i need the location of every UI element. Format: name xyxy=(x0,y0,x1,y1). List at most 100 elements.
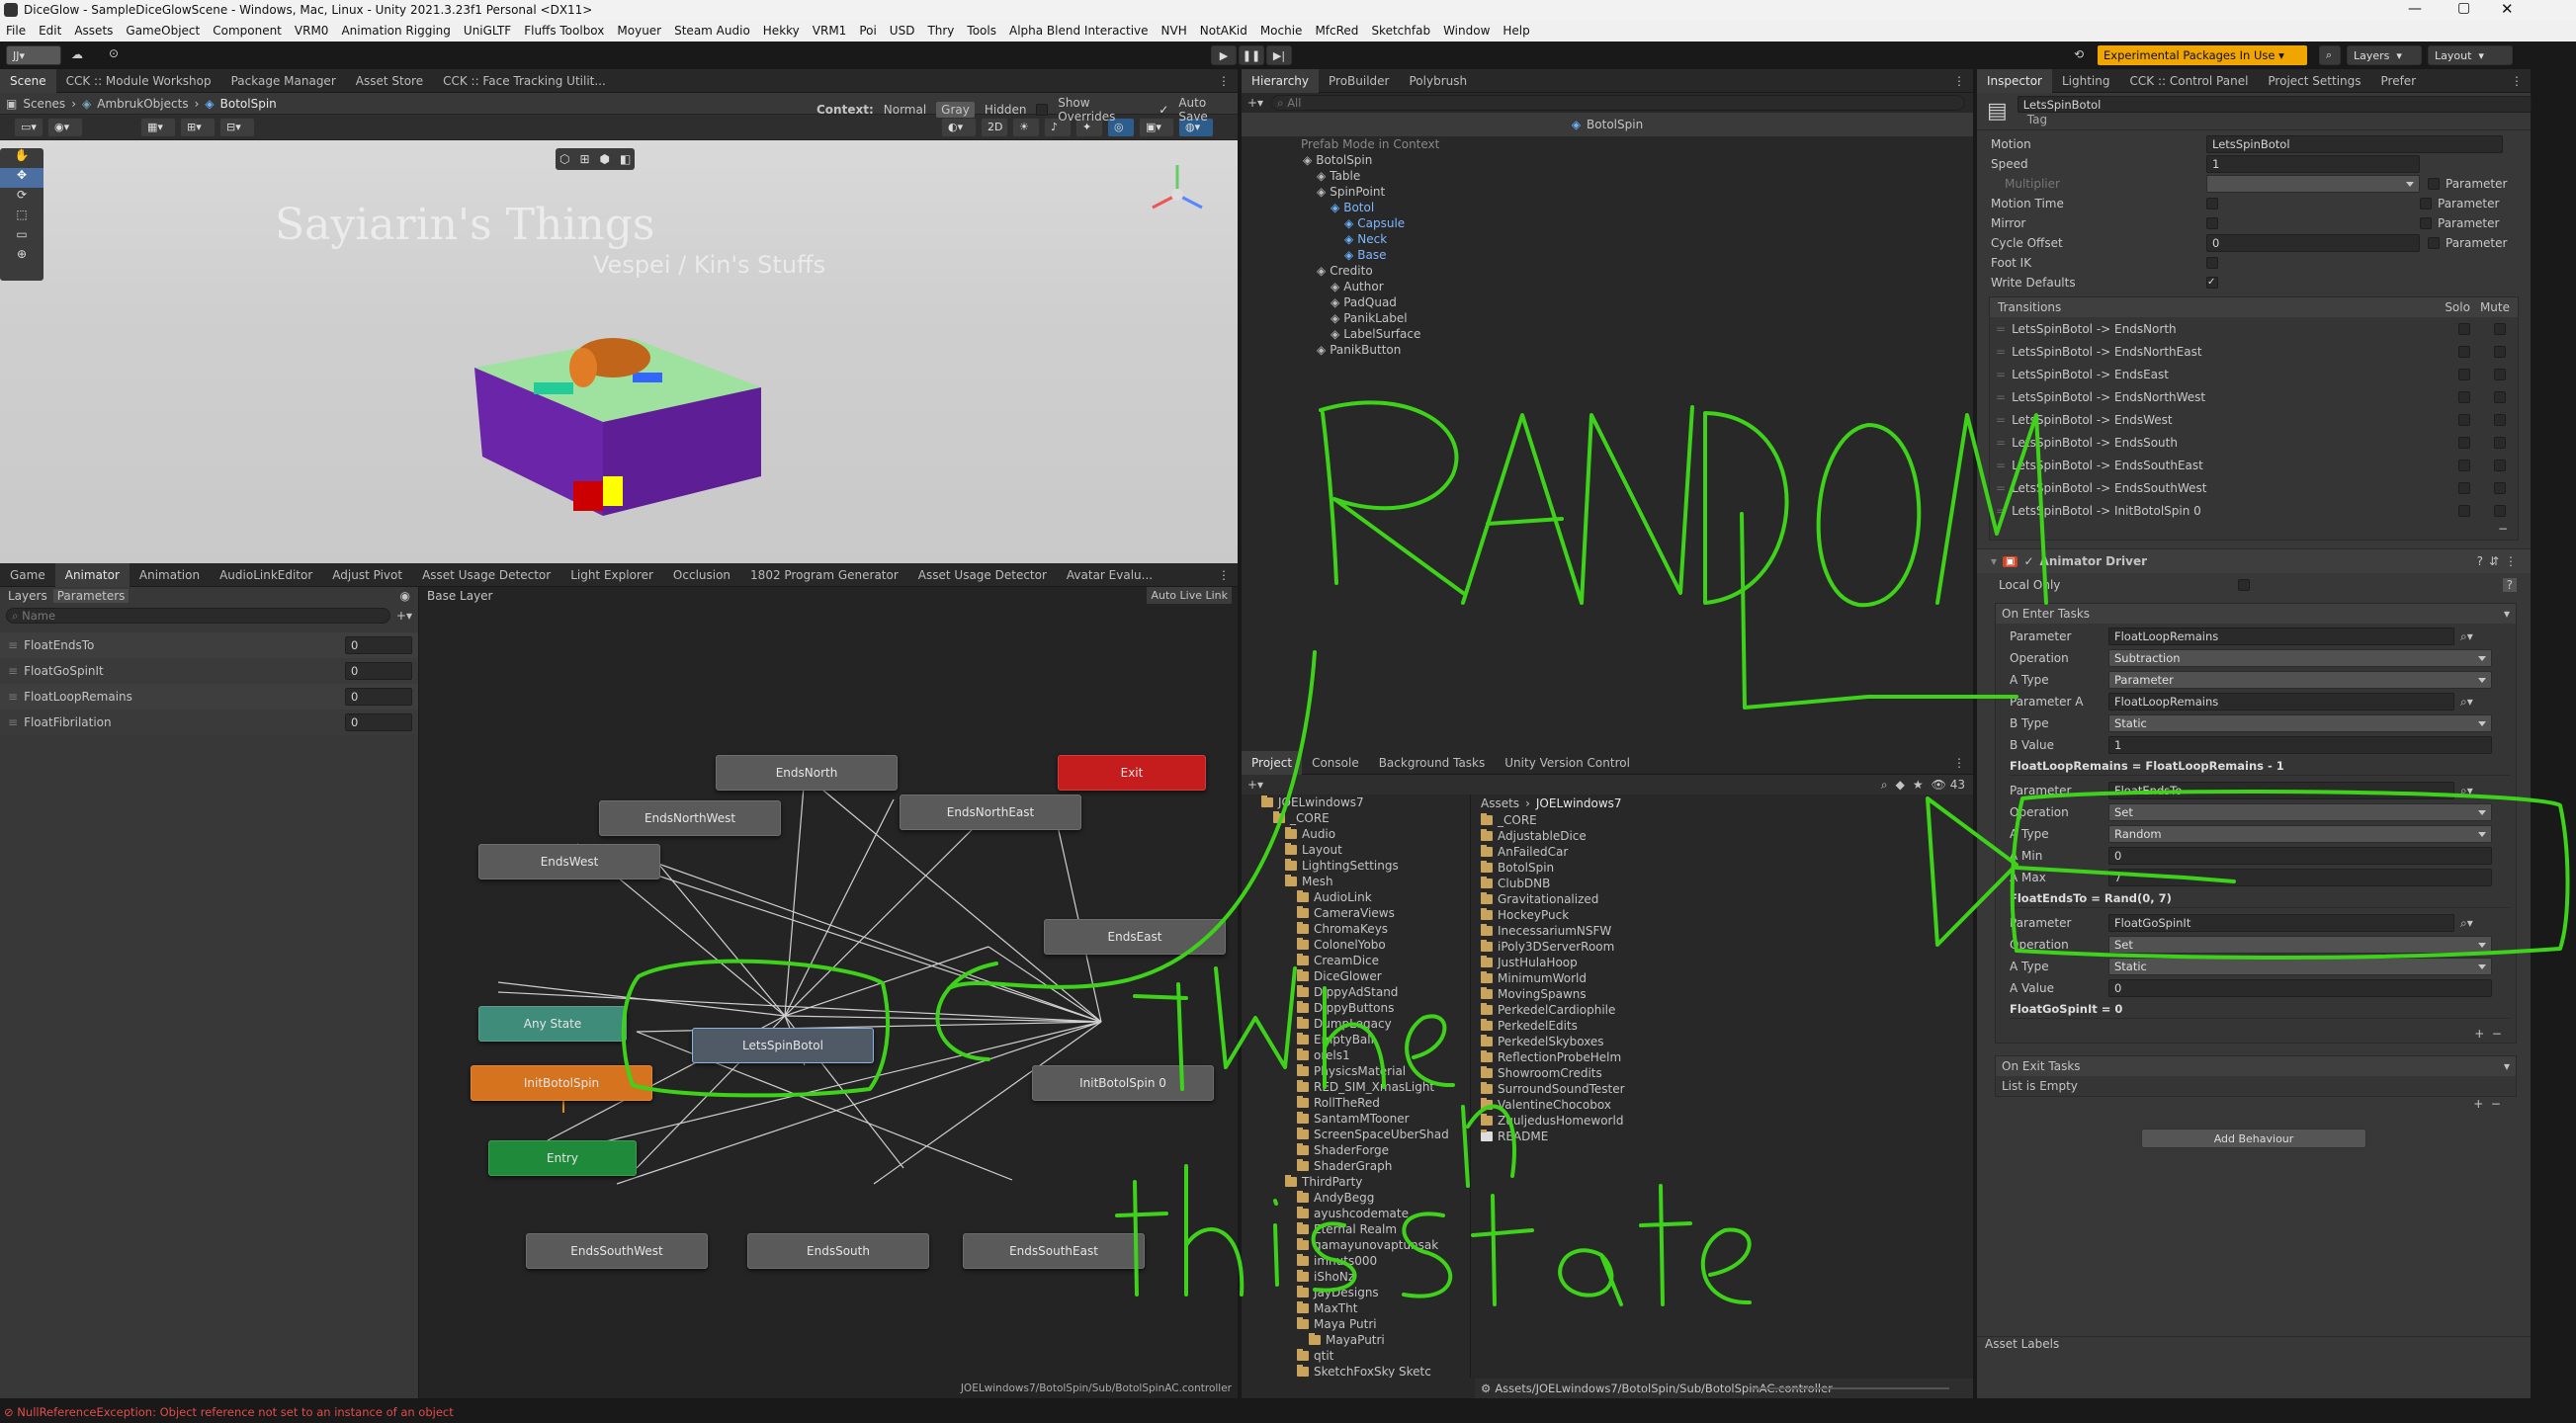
project-tab[interactable]: Background Tasks xyxy=(1369,751,1496,775)
file-item[interactable]: PerkedelSkyboxes xyxy=(1475,1034,1969,1049)
inspector-tab[interactable]: Project Settings xyxy=(2258,69,2370,93)
hand-tool-icon[interactable]: ✋ xyxy=(0,148,43,168)
menu-item[interactable]: VRM1 xyxy=(813,24,847,38)
eye-icon[interactable]: ◉ xyxy=(400,589,410,603)
folder-tree-item[interactable]: CameraViews xyxy=(1242,905,1470,921)
file-item[interactable]: SurroundSoundTester xyxy=(1475,1081,1969,1097)
move-tool-icon[interactable]: ✥ xyxy=(0,168,43,188)
play-button[interactable]: ▶ xyxy=(1211,45,1237,65)
hierarchy-item[interactable]: ◈ Author xyxy=(1242,279,1973,294)
file-item[interactable]: Gravitationalized xyxy=(1475,891,1969,907)
breadcrumb-current[interactable]: BotolSpin xyxy=(220,97,277,111)
task-field-a-type[interactable]: Parameter xyxy=(2108,671,2492,689)
step-button[interactable]: ▶| xyxy=(1266,45,1292,65)
state-entry[interactable]: Entry xyxy=(488,1140,637,1176)
hierarchy-tab[interactable]: Polybrush xyxy=(1400,69,1478,93)
folder-tree-item[interactable]: DippyButtons xyxy=(1242,1000,1470,1016)
mute-checkbox[interactable] xyxy=(2494,413,2506,426)
animator-graph[interactable]: Base Layer Auto Live Link EndsNorth Exit E… xyxy=(419,587,1238,1398)
draw-mode-button[interactable]: ▭▾ xyxy=(14,117,43,137)
prop-field[interactable]: LetsSpinBotol xyxy=(2206,135,2503,153)
solo-checkbox[interactable] xyxy=(2458,481,2470,494)
favorite-icon[interactable]: ★ xyxy=(1913,778,1924,792)
parameter-checkbox[interactable] xyxy=(2428,178,2440,190)
transition-row[interactable]: = LetsSpinBotol -> EndsNorthWest xyxy=(1990,385,2518,408)
param-row[interactable]: ≡ FloatLoopRemains 0 xyxy=(0,684,418,710)
bottom-tab[interactable]: Game xyxy=(0,563,55,587)
state-init0[interactable]: InitBotolSpin 0 xyxy=(1032,1065,1214,1101)
transition-row[interactable]: = LetsSpinBotol -> EndsNorth xyxy=(1990,317,2518,340)
drag-handle-icon[interactable]: = xyxy=(1996,390,2006,404)
prop-checkbox[interactable] xyxy=(2206,257,2218,269)
scene-tab[interactable]: CCK :: Face Tracking Utilit... xyxy=(433,69,616,93)
scene-tab[interactable]: Asset Store xyxy=(346,69,433,93)
hidden-packages-count[interactable]: 👁 43 xyxy=(1932,778,1965,792)
minimize-icon[interactable]: — xyxy=(2408,1,2422,17)
menu-item[interactable]: File xyxy=(6,24,26,38)
parameter-checkbox[interactable] xyxy=(2428,237,2440,249)
grid-button[interactable]: ▦▾ xyxy=(140,117,176,137)
scene-tab[interactable]: Scene xyxy=(0,68,56,93)
mute-checkbox[interactable] xyxy=(2494,504,2506,517)
vertex-mode-icon[interactable]: ⊞ xyxy=(579,152,589,166)
kebab-menu-icon[interactable]: ⋮ xyxy=(2505,554,2517,568)
file-item[interactable]: ClubDNB xyxy=(1475,876,1969,891)
file-item[interactable]: README xyxy=(1475,1129,1969,1144)
menu-item[interactable]: Hekky xyxy=(763,24,800,38)
param-value[interactable]: 0 xyxy=(345,662,412,680)
project-tab[interactable]: Unity Version Control xyxy=(1495,751,1640,775)
menu-item[interactable]: Poi xyxy=(859,24,876,38)
search-by-type-icon[interactable]: ⌕ xyxy=(1881,778,1888,793)
solo-checkbox[interactable] xyxy=(2458,504,2470,517)
param-value[interactable]: 0 xyxy=(345,713,412,731)
solo-checkbox[interactable] xyxy=(2458,436,2470,449)
scene-tab[interactable]: CCK :: Module Workshop xyxy=(56,69,221,93)
mute-checkbox[interactable] xyxy=(2494,390,2506,403)
param-picker-icon[interactable]: ⌕▾ xyxy=(2460,629,2473,644)
account-button[interactable]: JJ ▾ xyxy=(6,45,61,65)
hierarchy-item[interactable]: ◈ PanikLabel xyxy=(1242,310,1973,326)
folder-tree-item[interactable]: DiceGlower xyxy=(1242,968,1470,984)
task-field-a-value[interactable]: 0 xyxy=(2108,979,2492,997)
breadcrumb-parent[interactable]: AmbrukObjects xyxy=(97,97,188,111)
add-object-icon[interactable]: +▾ xyxy=(1247,96,1263,110)
file-item[interactable]: _CORE xyxy=(1475,812,1969,828)
presets-icon[interactable]: ⇵ xyxy=(2489,554,2499,568)
mute-checkbox[interactable] xyxy=(2494,459,2506,471)
folder-tree-item[interactable]: CreamDice xyxy=(1242,953,1470,968)
folder-tree-item[interactable]: imnuts000 xyxy=(1242,1253,1470,1269)
state-lets[interactable]: LetsSpinBotol xyxy=(692,1028,874,1063)
botol-spin-model[interactable] xyxy=(465,328,771,526)
driver-enabled-checkbox[interactable]: ✓ xyxy=(2023,554,2033,568)
file-item[interactable]: HockeyPuck xyxy=(1475,907,1969,923)
bottom-tab[interactable]: Animation xyxy=(129,563,210,587)
prop-field[interactable]: 1 xyxy=(2206,155,2420,173)
drag-handle-icon[interactable]: = xyxy=(1996,459,2006,472)
menu-item[interactable]: Moyuer xyxy=(617,24,661,38)
file-item[interactable]: AdjustableDice xyxy=(1475,828,1969,844)
driver-help-icon[interactable]: ? xyxy=(2502,578,2517,592)
param-row[interactable]: ≡ FloatGoSpinIt 0 xyxy=(0,658,418,684)
cloud-icon[interactable]: ☁ xyxy=(71,47,83,61)
hierarchy-item[interactable]: ◈ PanikButton xyxy=(1242,342,1973,358)
bottom-tab[interactable]: Avatar Evalu... xyxy=(1057,563,1162,587)
task-field-operation[interactable]: Subtraction xyxy=(2108,649,2492,667)
folder-tree-item[interactable]: Layout xyxy=(1242,842,1470,858)
folder-tree-item[interactable]: AudioLink xyxy=(1242,889,1470,905)
folder-tree-item[interactable]: EmptyBall xyxy=(1242,1032,1470,1047)
folder-tree-item[interactable]: SketchFoxSky Sketc xyxy=(1242,1364,1470,1378)
file-item[interactable]: PerkedelCardiophile xyxy=(1475,1002,1969,1018)
state-east[interactable]: EndsEast xyxy=(1044,919,1226,955)
file-item[interactable]: JustHulaHoop xyxy=(1475,955,1969,970)
file-item[interactable]: BotolSpin xyxy=(1475,860,1969,876)
file-item[interactable]: MinimumWorld xyxy=(1475,970,1969,986)
folder-tree-item[interactable]: RollTheRed xyxy=(1242,1095,1470,1111)
mute-checkbox[interactable] xyxy=(2494,368,2506,380)
layers-dropdown[interactable]: Layers ▾ xyxy=(2347,45,2422,65)
layout-dropdown[interactable]: Layout ▾ xyxy=(2428,45,2513,65)
hierarchy-item[interactable]: ◈ Capsule xyxy=(1242,215,1973,231)
state-north[interactable]: EndsNorth xyxy=(716,755,898,791)
state-init[interactable]: InitBotolSpin xyxy=(471,1065,652,1101)
more-options-icon[interactable]: ⋮ xyxy=(2511,74,2523,88)
bottom-tab[interactable]: 1802 Program Generator xyxy=(740,563,908,587)
